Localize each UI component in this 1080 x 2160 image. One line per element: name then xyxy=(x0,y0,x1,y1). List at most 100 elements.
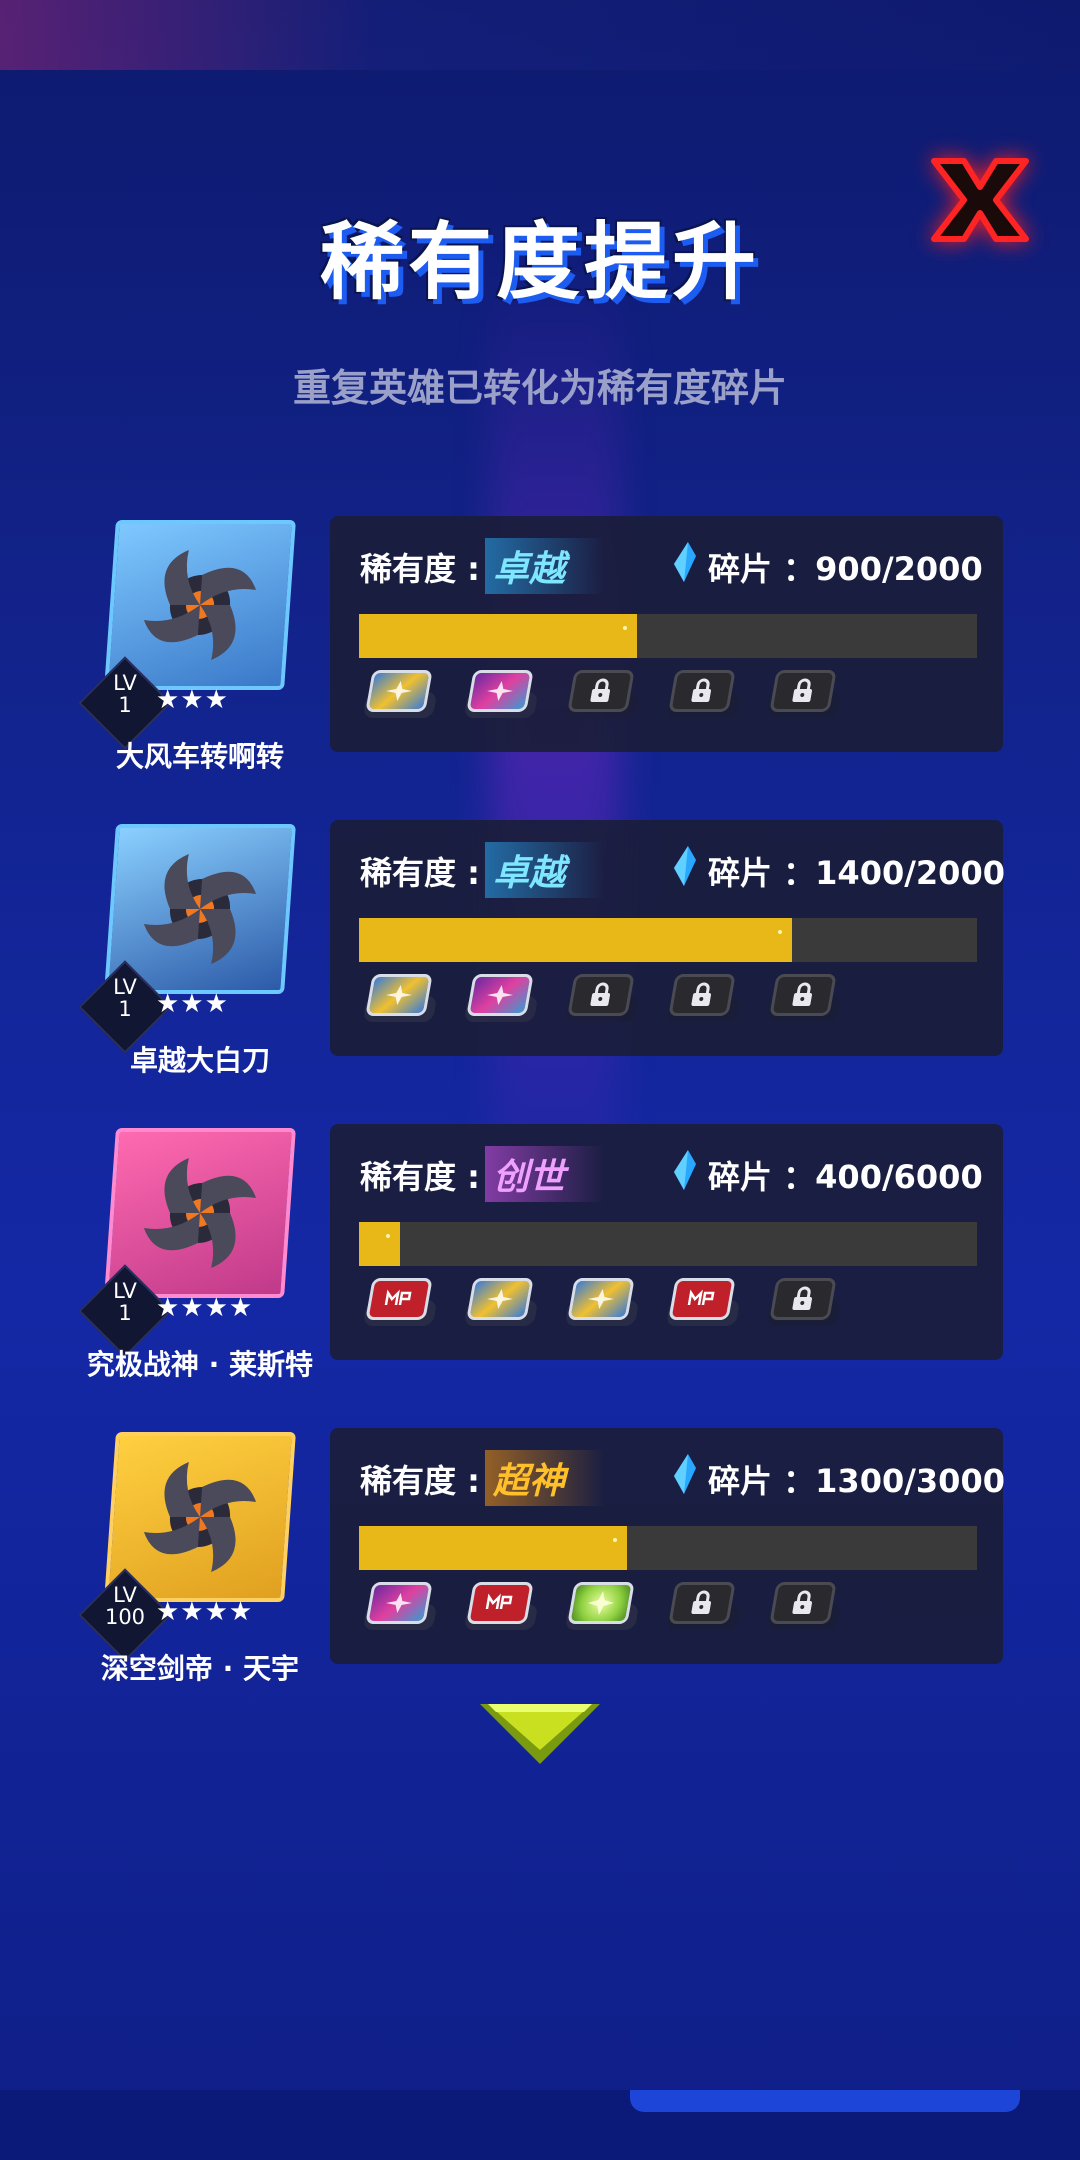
reward-chip[interactable] xyxy=(362,970,438,1030)
chip-top xyxy=(769,974,837,1016)
chip-top xyxy=(668,1278,736,1320)
rarity-label: 稀有度 : xyxy=(360,1158,480,1196)
hero-name: 究极战神 · 莱斯特 xyxy=(86,1348,314,1381)
reward-chips xyxy=(362,970,983,1040)
level-label: LV xyxy=(113,975,137,999)
mp-chip-icon xyxy=(685,1289,719,1309)
locked-chip[interactable] xyxy=(766,1578,842,1638)
lock-icon xyxy=(590,678,611,702)
locked-chip[interactable] xyxy=(665,666,741,726)
fragment-count: 碎片 ：400/6000 xyxy=(708,1152,983,1198)
fragment-crystal-icon xyxy=(674,846,696,886)
hero-art-icon xyxy=(108,828,291,990)
fragment-label: 碎片 ： xyxy=(708,854,816,892)
progress-bar xyxy=(359,614,977,658)
level-label: LV xyxy=(113,671,137,695)
rarity-panel: 稀有度 : 卓越 碎片 ：1400/2000 xyxy=(330,820,1005,1056)
chip-top xyxy=(769,670,837,712)
burst-chip-icon xyxy=(588,1289,614,1309)
hero-name: 大风车转啊转 xyxy=(115,740,284,773)
reward-chip[interactable] xyxy=(463,1274,539,1334)
rarity-panel: 稀有度 : 超神 碎片 ：1300/3000 xyxy=(330,1428,1005,1664)
fragment-value: 400/6000 xyxy=(815,1158,983,1196)
fragment-crystal-icon xyxy=(674,542,696,582)
chip-top xyxy=(365,974,433,1016)
reward-chips xyxy=(362,1578,983,1648)
level-label: LV xyxy=(113,1279,137,1303)
fragment-value: 1400/2000 xyxy=(815,854,1005,892)
chip-top xyxy=(466,1278,534,1320)
chip-top xyxy=(567,670,635,712)
chip-top xyxy=(466,1582,534,1624)
burst-chip-icon xyxy=(487,985,513,1005)
background-top-stripe xyxy=(0,0,1080,70)
rarity-value: 超神 xyxy=(485,1450,606,1506)
lock-icon xyxy=(792,982,813,1006)
hero-row: LV 1 ★★★★ 究极战神 · 莱斯特 稀有度 : 创世 碎片 ：400/60… xyxy=(0,1124,1080,1381)
locked-chip[interactable] xyxy=(564,970,640,1030)
burst-chip-icon xyxy=(487,1289,513,1309)
page-subtitle: 重复英雄已转化为稀有度碎片 xyxy=(292,366,787,410)
locked-chip[interactable] xyxy=(564,666,640,726)
fragment-count: 碎片 ：1400/2000 xyxy=(708,848,1005,894)
level-value: 1 xyxy=(118,997,132,1021)
spark-chip-icon xyxy=(588,1591,614,1615)
fragment-crystal-icon xyxy=(674,1454,696,1494)
reward-chip[interactable] xyxy=(564,1578,640,1638)
reward-chip[interactable] xyxy=(665,1274,741,1334)
bottom-accent xyxy=(630,2090,1020,2112)
reward-chip[interactable] xyxy=(463,666,539,726)
fragment-label: 碎片 ： xyxy=(708,1462,816,1500)
scroll-down-arrow-icon[interactable] xyxy=(480,1700,600,1770)
mp-chip-icon xyxy=(483,1593,517,1613)
chip-top xyxy=(668,1582,736,1624)
fragment-label: 碎片 ： xyxy=(708,550,816,588)
hero-art-icon xyxy=(108,524,291,686)
chip-top xyxy=(365,1582,433,1624)
fragment-value: 900/2000 xyxy=(815,550,983,588)
mp-chip-icon xyxy=(382,1289,416,1309)
lock-icon xyxy=(691,1590,712,1614)
reward-chip[interactable] xyxy=(362,1578,438,1638)
locked-chip[interactable] xyxy=(766,1274,842,1334)
burst-chip-icon xyxy=(386,681,412,701)
locked-chip[interactable] xyxy=(766,666,842,726)
locked-chip[interactable] xyxy=(665,1578,741,1638)
chip-top xyxy=(365,1278,433,1320)
burst-chip-icon xyxy=(386,985,412,1005)
hero-row: LV 100 ★★★★ 深空剑帝 · 天宇 稀有度 : 超神 碎片 ：1300/… xyxy=(0,1428,1080,1685)
progress-fill xyxy=(359,1222,401,1266)
fragment-count: 碎片 ：1300/3000 xyxy=(708,1456,1005,1502)
chip-top xyxy=(567,974,635,1016)
progress-bar xyxy=(359,1526,977,1570)
rarity-value: 卓越 xyxy=(485,538,606,594)
chip-top xyxy=(466,670,534,712)
fragment-crystal-icon xyxy=(674,1150,696,1190)
rarity-panel: 稀有度 : 创世 碎片 ：400/6000 xyxy=(330,1124,1003,1360)
progress-bar xyxy=(359,1222,977,1266)
reward-chip[interactable] xyxy=(362,1274,438,1334)
hero-art-icon xyxy=(108,1436,291,1598)
level-text: LV 100 xyxy=(92,1584,158,1628)
level-value: 100 xyxy=(104,1605,146,1629)
reward-chip[interactable] xyxy=(564,1274,640,1334)
locked-chip[interactable] xyxy=(766,970,842,1030)
reward-chip[interactable] xyxy=(362,666,438,726)
rarity-label: 稀有度 : xyxy=(360,550,480,588)
rarity-value: 卓越 xyxy=(485,842,606,898)
hero-stars: ★★★★ xyxy=(156,1597,254,1627)
rarity-panel: 稀有度 : 卓越 碎片 ：900/2000 xyxy=(330,516,1003,752)
progress-fill xyxy=(359,1526,627,1570)
reward-chip[interactable] xyxy=(463,1578,539,1638)
rarity-value: 创世 xyxy=(485,1146,606,1202)
chip-top xyxy=(365,670,433,712)
level-text: LV 1 xyxy=(92,672,158,716)
locked-chip[interactable] xyxy=(665,970,741,1030)
reward-chip[interactable] xyxy=(463,970,539,1030)
chip-top xyxy=(668,670,736,712)
rarity-label: 稀有度 : xyxy=(360,1462,480,1500)
fragment-label: 碎片 ： xyxy=(708,1158,816,1196)
hero-stars: ★★★★ xyxy=(156,1293,254,1323)
level-label: LV xyxy=(113,1583,137,1607)
progress-bar xyxy=(359,918,977,962)
